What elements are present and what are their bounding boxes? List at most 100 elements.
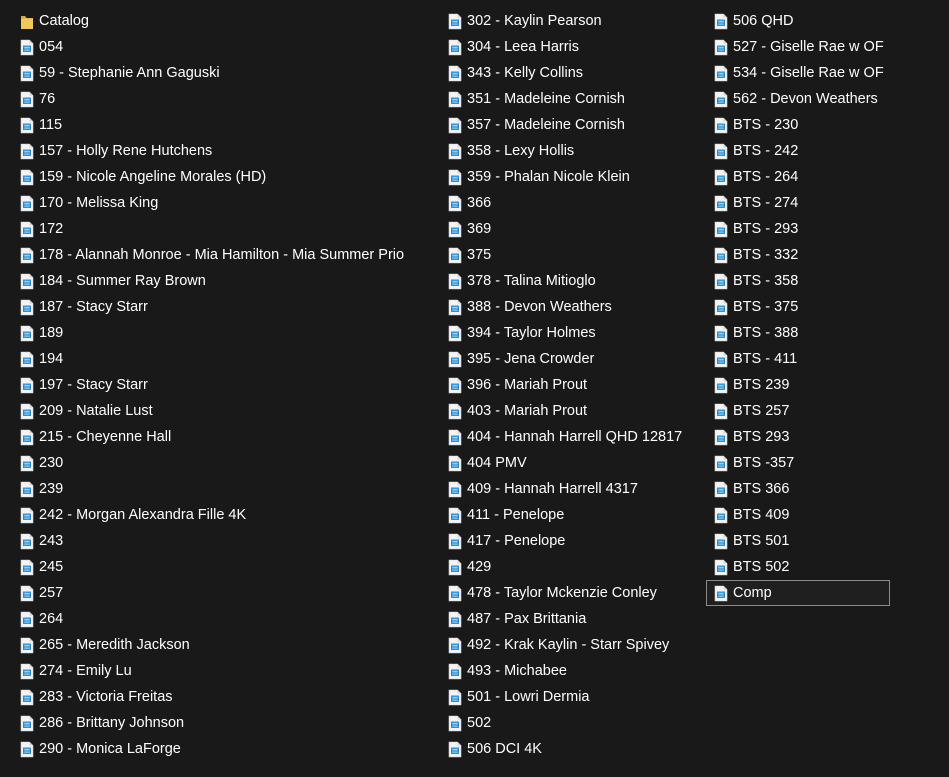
file-item[interactable]: 562 - Devon Weathers: [712, 86, 890, 112]
file-item[interactable]: BTS - 388: [712, 320, 890, 346]
file-item[interactable]: 304 - Leea Harris: [446, 34, 704, 60]
video-file-icon: [448, 559, 462, 575]
file-item[interactable]: 290 - Monica LaForge: [18, 736, 438, 762]
file-item[interactable]: 492 - Krak Kaylin - Starr Spivey: [446, 632, 704, 658]
file-item[interactable]: 76: [18, 86, 438, 112]
file-item[interactable]: BTS - 264: [712, 164, 890, 190]
file-item[interactable]: 274 - Emily Lu: [18, 658, 438, 684]
file-item[interactable]: 501 - Lowri Dermia: [446, 684, 704, 710]
file-item[interactable]: 054: [18, 34, 438, 60]
file-item[interactable]: 115: [18, 112, 438, 138]
video-file-icon: [20, 585, 34, 601]
video-file-icon: [714, 585, 728, 601]
file-item[interactable]: BTS 239: [712, 372, 890, 398]
file-item[interactable]: 170 - Melissa King: [18, 190, 438, 216]
file-item[interactable]: 358 - Lexy Hollis: [446, 138, 704, 164]
item-label: 170 - Melissa King: [39, 195, 159, 211]
file-item[interactable]: 506 DCI 4K: [446, 736, 704, 762]
file-item[interactable]: 378 - Talina Mitioglo: [446, 268, 704, 294]
file-item[interactable]: BTS 409: [712, 502, 890, 528]
video-file-icon: [448, 663, 462, 679]
video-file-icon: [20, 533, 34, 549]
item-label: 493 - Michabee: [467, 663, 567, 679]
file-item[interactable]: 184 - Summer Ray Brown: [18, 268, 438, 294]
file-item[interactable]: 286 - Brittany Johnson: [18, 710, 438, 736]
file-item[interactable]: 527 - Giselle Rae w OF: [712, 34, 890, 60]
file-item[interactable]: BTS -357: [712, 450, 890, 476]
item-label: 359 - Phalan Nicole Klein: [467, 169, 630, 185]
file-item[interactable]: 157 - Holly Rene Hutchens: [18, 138, 438, 164]
item-label: 215 - Cheyenne Hall: [39, 429, 172, 445]
file-item[interactable]: 359 - Phalan Nicole Klein: [446, 164, 704, 190]
file-item[interactable]: 411 - Penelope: [446, 502, 704, 528]
file-item[interactable]: 429: [446, 554, 704, 580]
video-file-icon: [714, 455, 728, 471]
file-item[interactable]: BTS - 293: [712, 216, 890, 242]
item-label: 375: [467, 247, 492, 263]
folder-item[interactable]: Catalog: [18, 8, 438, 34]
file-item[interactable]: 189: [18, 320, 438, 346]
file-item[interactable]: 366: [446, 190, 704, 216]
file-item[interactable]: 264: [18, 606, 438, 632]
file-item[interactable]: 257: [18, 580, 438, 606]
item-label: 343 - Kelly Collins: [467, 65, 584, 81]
item-label: 230: [39, 455, 64, 471]
file-item[interactable]: 404 PMV: [446, 450, 704, 476]
file-item[interactable]: BTS - 242: [712, 138, 890, 164]
file-item[interactable]: 343 - Kelly Collins: [446, 60, 704, 86]
file-item[interactable]: BTS 501: [712, 528, 890, 554]
video-file-icon: [714, 117, 728, 133]
file-item[interactable]: 487 - Pax Brittania: [446, 606, 704, 632]
file-item[interactable]: 403 - Mariah Prout: [446, 398, 704, 424]
file-item[interactable]: BTS 257: [712, 398, 890, 424]
file-item[interactable]: 265 - Meredith Jackson: [18, 632, 438, 658]
file-item[interactable]: 396 - Mariah Prout: [446, 372, 704, 398]
file-item[interactable]: 178 - Alannah Monroe - Mia Hamilton - Mi…: [18, 242, 438, 268]
file-item[interactable]: BTS - 230: [712, 112, 890, 138]
file-item[interactable]: 172: [18, 216, 438, 242]
file-item[interactable]: 357 - Madeleine Cornish: [446, 112, 704, 138]
item-label: BTS - 293: [733, 221, 799, 237]
file-item[interactable]: 159 - Nicole Angeline Morales (HD): [18, 164, 438, 190]
file-item[interactable]: 197 - Stacy Starr: [18, 372, 438, 398]
file-item[interactable]: 417 - Penelope: [446, 528, 704, 554]
item-label: BTS - 388: [733, 325, 799, 341]
file-item[interactable]: BTS 502: [712, 554, 890, 580]
video-file-icon: [20, 429, 34, 445]
file-item[interactable]: 209 - Natalie Lust: [18, 398, 438, 424]
file-item[interactable]: BTS - 274: [712, 190, 890, 216]
file-item[interactable]: 534 - Giselle Rae w OF: [712, 60, 890, 86]
file-item[interactable]: 351 - Madeleine Cornish: [446, 86, 704, 112]
file-item[interactable]: 493 - Michabee: [446, 658, 704, 684]
file-item[interactable]: 395 - Jena Crowder: [446, 346, 704, 372]
file-item[interactable]: Comp: [706, 580, 890, 606]
file-item[interactable]: 245: [18, 554, 438, 580]
file-item[interactable]: 187 - Stacy Starr: [18, 294, 438, 320]
file-item[interactable]: 239: [18, 476, 438, 502]
file-item[interactable]: 409 - Hannah Harrell 4317: [446, 476, 704, 502]
file-item[interactable]: BTS - 411: [712, 346, 890, 372]
file-item[interactable]: 215 - Cheyenne Hall: [18, 424, 438, 450]
file-item[interactable]: 506 QHD: [712, 8, 890, 34]
file-item[interactable]: 388 - Devon Weathers: [446, 294, 704, 320]
file-item[interactable]: BTS - 332: [712, 242, 890, 268]
file-item[interactable]: 230: [18, 450, 438, 476]
file-item[interactable]: 242 - Morgan Alexandra Fille 4K: [18, 502, 438, 528]
file-item[interactable]: 302 - Kaylin Pearson: [446, 8, 704, 34]
item-label: BTS - 274: [733, 195, 799, 211]
file-item[interactable]: BTS 293: [712, 424, 890, 450]
file-item[interactable]: 404 - Hannah Harrell QHD 12817: [446, 424, 704, 450]
file-item[interactable]: BTS 366: [712, 476, 890, 502]
file-item[interactable]: BTS - 358: [712, 268, 890, 294]
file-item[interactable]: 478 - Taylor Mckenzie Conley: [446, 580, 704, 606]
file-item[interactable]: 394 - Taylor Holmes: [446, 320, 704, 346]
file-item[interactable]: BTS - 375: [712, 294, 890, 320]
file-item[interactable]: 194: [18, 346, 438, 372]
file-item[interactable]: 369: [446, 216, 704, 242]
file-item[interactable]: 375: [446, 242, 704, 268]
file-item[interactable]: 59 - Stephanie Ann Gaguski: [18, 60, 438, 86]
file-item[interactable]: 243: [18, 528, 438, 554]
file-item[interactable]: 283 - Victoria Freitas: [18, 684, 438, 710]
file-item[interactable]: 502: [446, 710, 704, 736]
video-file-icon: [20, 195, 34, 211]
